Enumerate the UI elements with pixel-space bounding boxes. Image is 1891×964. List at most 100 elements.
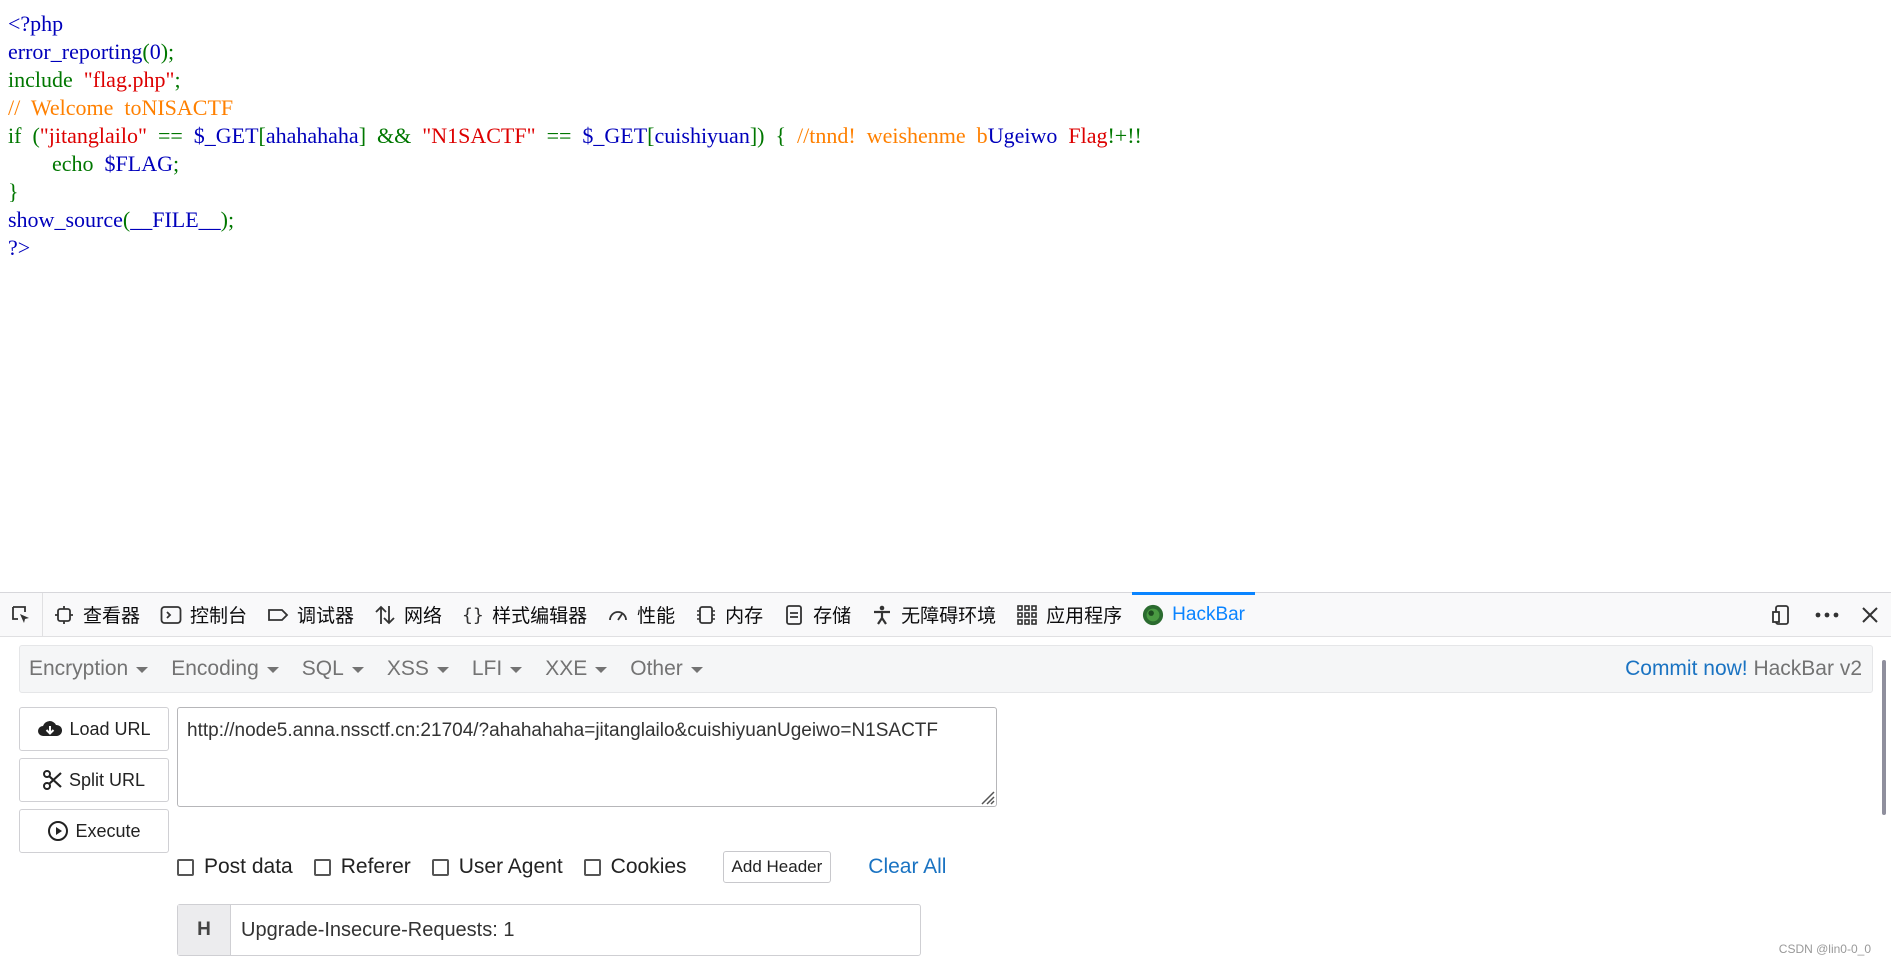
source-token: ] && bbox=[358, 123, 423, 148]
option-post-data[interactable]: Post data bbox=[177, 855, 293, 879]
checkbox[interactable] bbox=[583, 858, 601, 876]
execute-button[interactable]: Execute bbox=[19, 809, 169, 853]
tab-label: 内存 bbox=[725, 606, 764, 627]
menu-encoding[interactable]: Encoding bbox=[162, 657, 293, 681]
menu-label: XSS bbox=[386, 657, 429, 680]
source-token: echo bbox=[8, 151, 105, 176]
split-url-button[interactable]: Split URL bbox=[19, 758, 169, 802]
tab-label: 应用程序 bbox=[1046, 606, 1123, 627]
source-token: ); bbox=[160, 39, 175, 64]
debugger-icon bbox=[267, 604, 289, 626]
scissors-icon bbox=[42, 770, 62, 790]
source-token: // Welcome toNISACTF bbox=[8, 95, 234, 120]
source-line: error_reporting(0); bbox=[8, 38, 1142, 66]
source-token: "N1SACTF" bbox=[422, 123, 536, 148]
source-token: ); bbox=[220, 207, 235, 232]
header-toggle[interactable]: H bbox=[178, 905, 231, 955]
add-header-button[interactable]: Add Header bbox=[722, 851, 832, 883]
source-token: <?php bbox=[8, 11, 64, 36]
source-token: == bbox=[535, 123, 583, 148]
menu-sql[interactable]: SQL bbox=[293, 657, 378, 681]
source-token: ]) { bbox=[749, 123, 798, 148]
checkbox[interactable] bbox=[431, 858, 449, 876]
tab-label: 存储 bbox=[813, 606, 852, 627]
chevron-down-icon bbox=[595, 667, 608, 673]
source-token: "jitanglailo" bbox=[39, 123, 147, 148]
chevron-down-icon bbox=[136, 667, 149, 673]
tab-hackbar[interactable]: HackBar bbox=[1132, 592, 1255, 636]
option-label: User Agent bbox=[458, 855, 563, 878]
tab-console[interactable]: 控制台 bbox=[150, 593, 257, 636]
source-token: Ugeiwo bbox=[987, 123, 1058, 148]
resize-handle-icon[interactable] bbox=[977, 787, 995, 805]
source-token: !+!! bbox=[1107, 123, 1142, 148]
request-options: Post data Referer User Agent Cookies Add He… bbox=[177, 851, 946, 883]
menu-label: Encoding bbox=[171, 657, 259, 680]
tab-label: 调试器 bbox=[297, 606, 355, 627]
inspector-icon bbox=[53, 604, 75, 626]
source-token: ?> bbox=[8, 235, 31, 260]
menu-xxe[interactable]: XXE bbox=[536, 657, 621, 681]
tab-label: HackBar bbox=[1172, 603, 1246, 625]
tab-accessibility[interactable]: 无障碍环境 bbox=[861, 593, 1006, 636]
option-user-agent[interactable]: User Agent bbox=[431, 855, 563, 879]
scrollbar[interactable] bbox=[1882, 660, 1886, 815]
load-url-label: Load URL bbox=[69, 718, 151, 739]
tab-application[interactable]: 应用程序 bbox=[1006, 593, 1132, 636]
accessibility-icon bbox=[871, 604, 893, 626]
source-token: "flag.php" bbox=[83, 67, 175, 92]
hackbar-menu: Encryption Encoding SQL XSS LFI XXE Other Comm… bbox=[19, 645, 1873, 693]
element-picker-icon[interactable] bbox=[0, 593, 43, 636]
checkbox[interactable] bbox=[177, 858, 194, 876]
tab-style-editor[interactable]: {} 样式编辑器 bbox=[452, 593, 597, 636]
option-label: Cookies bbox=[610, 855, 687, 878]
commit-now-link[interactable]: Commit now! bbox=[1625, 657, 1748, 680]
tab-performance[interactable]: 性能 bbox=[597, 593, 685, 636]
menu-encryption[interactable]: Encryption bbox=[20, 657, 162, 681]
chevron-down-icon bbox=[351, 667, 364, 673]
source-token: $FLAG bbox=[104, 151, 173, 176]
source-token: 0 bbox=[149, 39, 161, 64]
svg-text:{}: {} bbox=[462, 605, 484, 625]
hackbar-icon bbox=[1142, 604, 1164, 626]
source-line: include "flag.php"; bbox=[8, 66, 1142, 94]
tab-label: 网络 bbox=[404, 606, 443, 627]
responsive-design-icon[interactable] bbox=[1771, 604, 1793, 626]
source-token: ; bbox=[172, 151, 180, 176]
url-input[interactable]: http://node5.anna.nssctf.cn:21704/?ahaha… bbox=[177, 707, 997, 807]
close-icon[interactable] bbox=[1861, 606, 1879, 624]
tab-network[interactable]: 网络 bbox=[364, 593, 452, 636]
tab-label: 性能 bbox=[637, 606, 676, 627]
checkbox[interactable] bbox=[313, 858, 331, 876]
more-options-icon[interactable] bbox=[1815, 611, 1839, 619]
option-referer[interactable]: Referer bbox=[313, 855, 411, 879]
memory-icon bbox=[695, 604, 717, 626]
execute-label: Execute bbox=[75, 820, 141, 841]
php-source: <?php error_reporting(0); include "flag.ph… bbox=[8, 10, 1142, 262]
source-token: ( bbox=[142, 39, 150, 64]
menu-other[interactable]: Other bbox=[621, 657, 717, 681]
source-token: $_GET bbox=[193, 123, 259, 148]
source-line: } bbox=[8, 178, 1142, 206]
clear-all-link[interactable]: Clear All bbox=[868, 855, 946, 879]
source-token: show_source bbox=[8, 207, 123, 232]
menu-xss[interactable]: XSS bbox=[378, 657, 463, 681]
menu-label: LFI bbox=[471, 657, 503, 680]
tab-inspector[interactable]: 查看器 bbox=[43, 593, 150, 636]
hackbar-version: HackBar v2 bbox=[1747, 657, 1862, 680]
tab-memory[interactable]: 内存 bbox=[685, 593, 773, 636]
menu-label: SQL bbox=[301, 657, 344, 680]
header-value[interactable]: Upgrade-Insecure-Requests: 1 bbox=[231, 919, 514, 942]
chevron-down-icon bbox=[510, 667, 523, 673]
menu-lfi[interactable]: LFI bbox=[463, 657, 536, 681]
devtools-toolbar: 查看器 控制台 调试器 网络 {} 样式编辑器 性能 内存 存储 无障碍环境 应用程序 HackBar bbox=[0, 592, 1891, 637]
tab-debugger[interactable]: 调试器 bbox=[257, 593, 364, 636]
source-token: ; bbox=[174, 67, 181, 92]
source-token: == bbox=[146, 123, 194, 148]
option-cookies[interactable]: Cookies bbox=[583, 855, 687, 879]
tab-label: 无障碍环境 bbox=[901, 606, 997, 627]
load-url-button[interactable]: Load URL bbox=[19, 707, 169, 751]
source-token: $_GET bbox=[582, 123, 648, 148]
tab-storage[interactable]: 存储 bbox=[773, 593, 861, 636]
source-line: show_source(__FILE__); bbox=[8, 206, 1142, 234]
